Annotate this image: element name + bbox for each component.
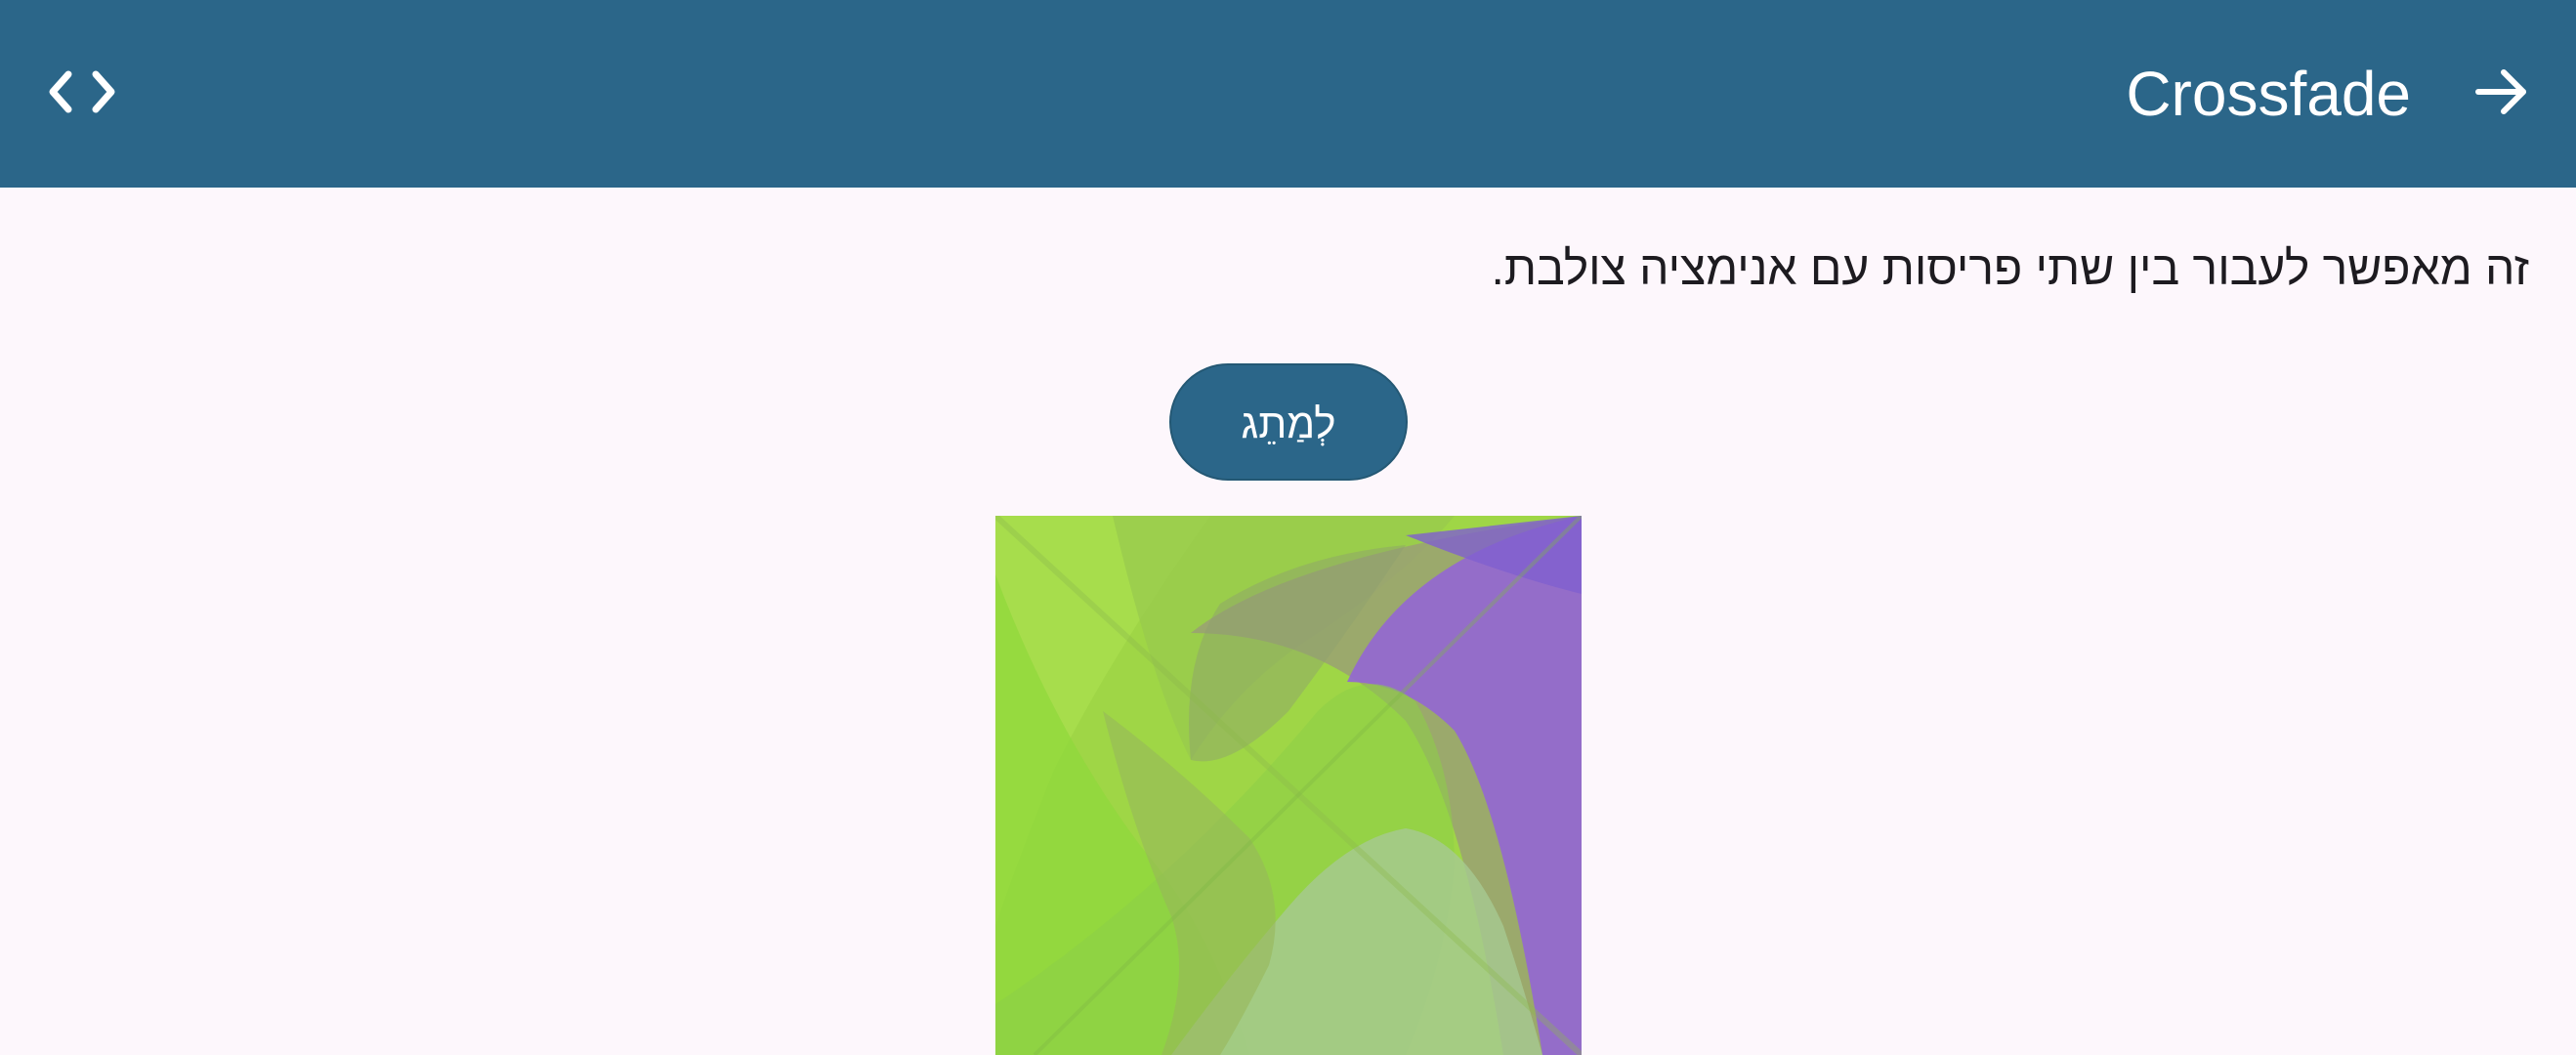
app-title: Crossfade <box>2126 59 2411 129</box>
crossfade-layout-image <box>995 516 1582 1055</box>
toggle-button[interactable]: לְמַתֵג <box>1169 363 1408 481</box>
code-icon[interactable] <box>43 61 121 123</box>
arrow-forward-icon[interactable] <box>2470 61 2533 123</box>
description-text: זה מאפשר לעבור בין שתי פריסות עם אנימציה… <box>1491 243 2530 295</box>
top-app-bar: Crossfade <box>0 0 2576 188</box>
